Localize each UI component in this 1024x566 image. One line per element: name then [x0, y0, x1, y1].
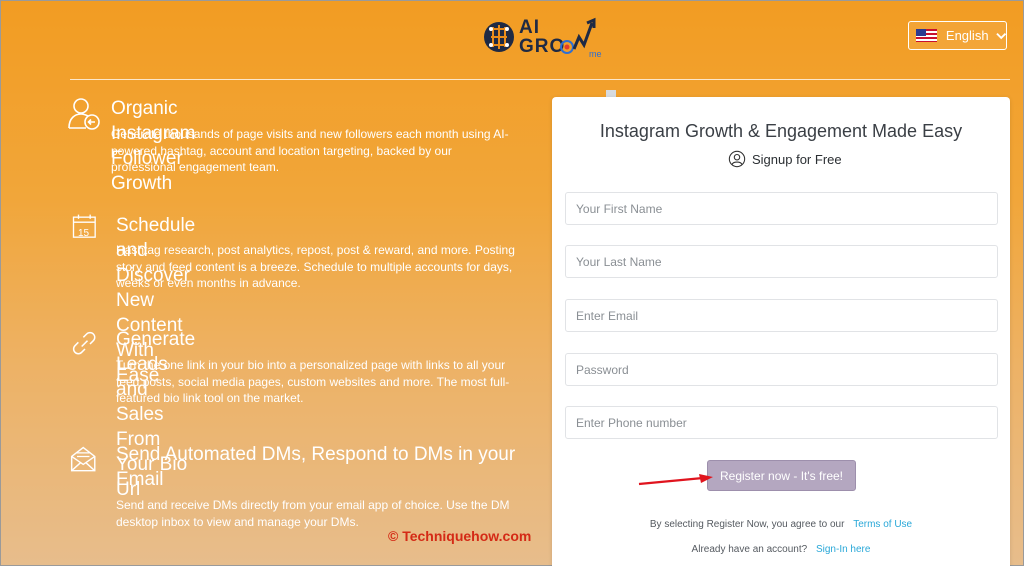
aigrow-logo[interactable]: AI GRO me: [479, 13, 609, 63]
feature-description: Send and receive DMs directly from your …: [116, 498, 510, 529]
header-divider: [70, 79, 1010, 80]
logo-suffix: me: [589, 49, 602, 59]
us-flag-icon: [916, 29, 937, 42]
signup-card: Instagram Growth & Engagement Made Easy …: [552, 97, 1010, 566]
feature-title: Send Automated DMs, Respond to DMs in yo…: [116, 444, 516, 490]
user-follow-icon: [68, 98, 100, 130]
signin-notice: Already have an account? Sign-In here: [552, 544, 1010, 555]
language-selector[interactable]: English: [908, 21, 1007, 50]
signup-subtitle-text: Signup for Free: [752, 151, 842, 167]
terms-notice: By selecting Register Now, you agree to …: [552, 519, 1010, 530]
feature-description: Generate thousands of page visits and ne…: [111, 127, 509, 174]
last-name-input[interactable]: [565, 245, 998, 278]
signup-title: Instagram Growth & Engagement Made Easy: [599, 121, 963, 141]
chevron-down-icon: [995, 32, 1006, 39]
signin-link[interactable]: Sign-In here: [816, 544, 870, 555]
password-input[interactable]: [565, 353, 998, 386]
email-input[interactable]: [565, 299, 998, 332]
link-icon: [72, 331, 96, 355]
header: AI GRO me English: [1, 1, 1024, 79]
phone-input[interactable]: [565, 406, 998, 439]
feature-description: Turn the one link in your bio into a per…: [116, 358, 510, 405]
mail-icon: [70, 446, 96, 472]
watermark: © Techniquehow.com: [388, 528, 532, 544]
account-text: Already have an account?: [691, 544, 808, 555]
calendar-day: 15: [78, 228, 90, 239]
register-button[interactable]: Register now - It's free!: [707, 460, 856, 491]
terms-link[interactable]: Terms of Use: [853, 519, 912, 530]
language-label: English: [945, 28, 989, 43]
brain-icon: [484, 22, 514, 52]
terms-text: By selecting Register Now, you agree to …: [649, 519, 845, 530]
signup-subtitle: Signup for Free: [728, 150, 842, 168]
user-circle-icon: [728, 150, 746, 168]
feature-description: Hashtag research, post analytics, repost…: [116, 243, 515, 290]
logo-text-ai: AI: [519, 17, 540, 38]
red-arrow-icon: [638, 474, 713, 486]
first-name-input[interactable]: [565, 192, 998, 225]
